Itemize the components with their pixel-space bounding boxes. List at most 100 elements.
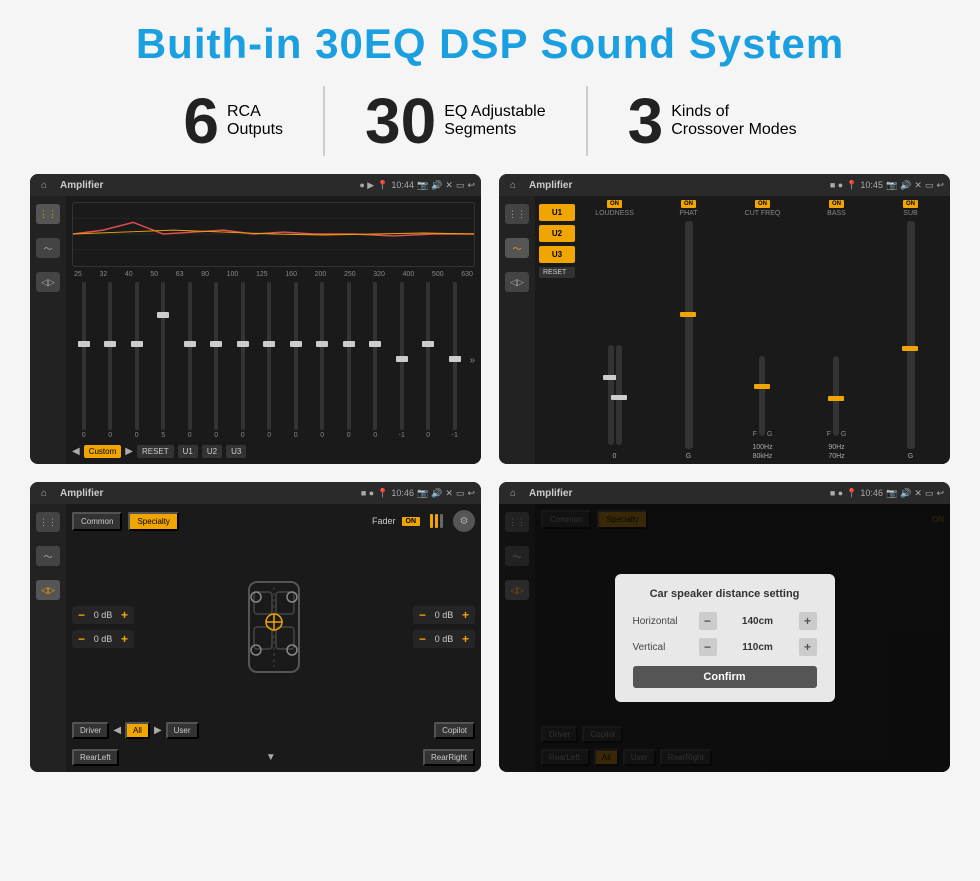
eq-slider-1[interactable]: 0 [72,282,96,439]
rearleft-btn[interactable]: RearLeft [72,749,119,766]
copilot-btn[interactable]: Copilot [434,722,475,739]
nav-vol-icon[interactable]: ◁▷ [36,272,60,292]
confirm-button[interactable]: Confirm [633,666,817,688]
dots-icon-4: ■ ● [830,488,843,498]
phat-slider[interactable] [685,221,693,449]
eq-slider-13[interactable]: -1 [390,282,414,439]
prev-arrow[interactable]: ◀ [72,446,80,457]
x-icon: ✕ [445,180,453,191]
u3-btn[interactable]: U3 [226,445,246,458]
stats-row: 6 RCA Outputs 30 EQ Adjustable Segments … [30,86,950,156]
u1-preset[interactable]: U1 [539,204,575,221]
nav-icon-f2[interactable]: 〜 [36,546,60,566]
time-fader: 10:46 [391,488,414,498]
db-minus-fl[interactable]: − [78,608,85,622]
right-arrow-icon[interactable]: ▶ [154,725,162,736]
time-eq: 10:44 [391,180,414,190]
eq-slider-14[interactable]: 0 [417,282,441,439]
stat-desc-eq: EQ Adjustable Segments [444,103,545,139]
eq-slider-3[interactable]: 0 [125,282,149,439]
eq-bottom-bar: ◀ Custom ▶ RESET U1 U2 U3 [72,445,475,458]
left-arrow-icon[interactable]: ◀ [113,725,121,736]
fader-on-badge: ON [402,517,421,526]
reset-preset[interactable]: RESET [539,267,575,278]
nav-icon-f3[interactable]: ◁▷ [36,580,60,600]
vertical-minus[interactable]: − [699,638,717,656]
expand-icon: » [470,355,476,366]
x-icon-2: ✕ [914,180,922,191]
horizontal-plus[interactable]: + [799,612,817,630]
vol-icon: 🔊 [431,180,442,191]
right-db-controls: − 0 dB + − 0 dB + [413,538,475,716]
eq-slider-9[interactable]: 0 [284,282,308,439]
stat-eq: 30 EQ Adjustable Segments [325,89,586,153]
eq-slider-8[interactable]: 0 [258,282,282,439]
nav-eq-icon-2[interactable]: ⋮⋮ [505,204,529,224]
u2-preset[interactable]: U2 [539,225,575,242]
eq-slider-5[interactable]: 0 [178,282,202,439]
loudness-slider-r[interactable] [616,345,622,445]
sub-slider[interactable] [907,221,915,449]
x-icon-3: ✕ [445,488,453,499]
eq-slider-4[interactable]: 5 [152,282,176,439]
nav-icon-f1[interactable]: ⋮⋮ [36,512,60,532]
common-tab[interactable]: Common [72,512,122,531]
reset-btn[interactable]: RESET [137,445,174,458]
main-title: Buith-in 30EQ DSP Sound System [136,20,844,68]
horizontal-minus[interactable]: − [699,612,717,630]
u2-btn[interactable]: U2 [202,445,222,458]
all-btn[interactable]: All [125,722,150,739]
settings-icon[interactable]: ⚙ [453,510,475,532]
db-plus-fl[interactable]: + [121,608,128,622]
next-arrow[interactable]: ▶ [125,446,133,457]
cam-icon-2: 📷 [886,180,897,191]
bass-slider[interactable] [833,356,839,436]
nav-vol-icon-2[interactable]: ◁▷ [505,272,529,292]
u1-btn[interactable]: U1 [178,445,198,458]
location-icon: 📍 [377,180,388,191]
eq-slider-10[interactable]: 0 [311,282,335,439]
speaker-layout-area: − 0 dB + − 0 dB + [72,538,475,716]
u3-preset[interactable]: U3 [539,246,575,263]
eq-slider-6[interactable]: 0 [205,282,229,439]
location-icon-2: 📍 [846,180,857,191]
param-loudness: ON LOUDNESS 0 [579,200,650,460]
time-crossover: 10:45 [860,180,883,190]
eq-slider-11[interactable]: 0 [337,282,361,439]
dots-icon: ■ ● [830,180,843,190]
fader-bottom-bar2: RearLeft ▼ RearRight [72,749,475,766]
driver-btn[interactable]: Driver [72,722,109,739]
loudness-on: ON [607,200,622,208]
down-arrow-icon[interactable]: ▼ [266,752,276,763]
back-icon-2: ↩ [936,180,944,191]
db-plus-rr[interactable]: + [462,632,469,646]
status-bar-dialog: ⌂ Amplifier ■ ● 📍 10:46 📷 🔊 ✕ ▭ ↩ [499,482,950,504]
nav-wave-icon[interactable]: 〜 [36,238,60,258]
cutfreq-slider[interactable] [759,356,765,436]
eq-slider-2[interactable]: 0 [99,282,123,439]
eq-slider-7[interactable]: 0 [231,282,255,439]
screen-content-crossover: ⋮⋮ 〜 ◁▷ U1 U2 U3 RESET ON L [499,196,950,464]
eq-slider-15[interactable]: -1 [443,282,467,439]
user-btn[interactable]: User [166,722,199,739]
distance-dialog: Car speaker distance setting Horizontal … [615,574,835,702]
eq-slider-12[interactable]: 0 [364,282,388,439]
vertical-plus[interactable]: + [799,638,817,656]
custom-btn[interactable]: Custom [84,445,122,458]
db-minus-rr[interactable]: − [419,632,426,646]
db-control-rr: − 0 dB + [413,630,475,648]
side-nav-eq: ⋮⋮ 〜 ◁▷ [30,196,66,464]
db-minus-rl[interactable]: − [78,632,85,646]
db-minus-fr[interactable]: − [419,608,426,622]
nav-wave-icon-2[interactable]: 〜 [505,238,529,258]
left-db-controls: − 0 dB + − 0 dB + [72,538,134,716]
db-plus-rl[interactable]: + [121,632,128,646]
nav-eq-icon[interactable]: ⋮⋮ [36,204,60,224]
specialty-tab[interactable]: Specialty [128,512,178,531]
rearright-btn[interactable]: RearRight [423,749,475,766]
win-icon-2: ▭ [925,180,934,191]
status-title-fader: Amplifier [60,488,357,499]
fader-main: Common Specialty Fader ON ⚙ [66,504,481,772]
db-plus-fr[interactable]: + [462,608,469,622]
status-icons-eq: ● ▶ 📍 10:44 📷 🔊 ✕ ▭ ↩ [359,180,475,191]
